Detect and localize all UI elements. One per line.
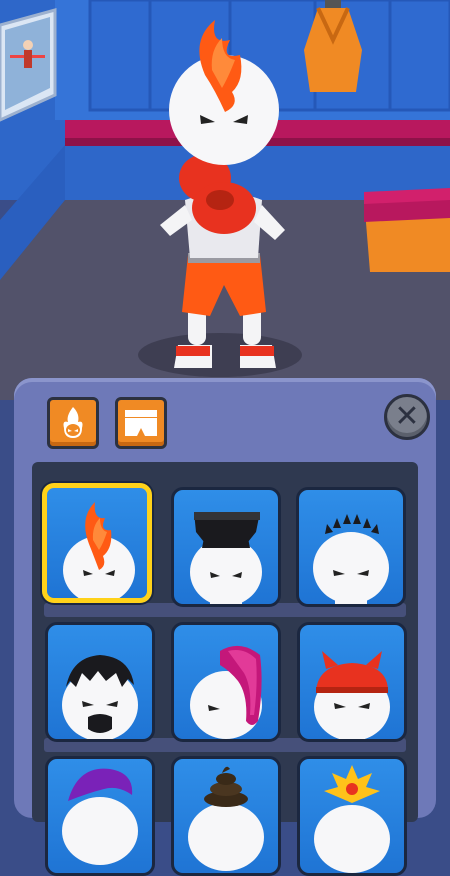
close-icon: ✕ bbox=[394, 399, 420, 434]
shorts-icon bbox=[125, 410, 157, 436]
hairstyle-card-gold-crown[interactable] bbox=[297, 756, 407, 876]
close-button[interactable]: ✕ bbox=[384, 394, 430, 440]
bench-box bbox=[364, 188, 450, 272]
hairstyle-card-spiky-crown[interactable] bbox=[296, 487, 406, 607]
hairstyle-card-poop-hat[interactable] bbox=[171, 756, 281, 876]
shorts-tab[interactable] bbox=[115, 397, 167, 449]
hair-tab[interactable] bbox=[47, 397, 99, 449]
hairstyle-card-purple-hair[interactable] bbox=[45, 756, 155, 876]
locker-room-scene bbox=[0, 0, 450, 400]
hairstyle-card-flat-top[interactable] bbox=[171, 487, 281, 607]
hair-flame-icon bbox=[63, 407, 83, 438]
hairstyle-card-black-hair-beard[interactable] bbox=[45, 622, 155, 742]
hairstyle-card-flame-mohawk[interactable] bbox=[42, 483, 152, 603]
hairstyle-card-red-devil-cap[interactable] bbox=[297, 622, 407, 742]
hairstyle-card-pink-emo[interactable] bbox=[171, 622, 281, 742]
